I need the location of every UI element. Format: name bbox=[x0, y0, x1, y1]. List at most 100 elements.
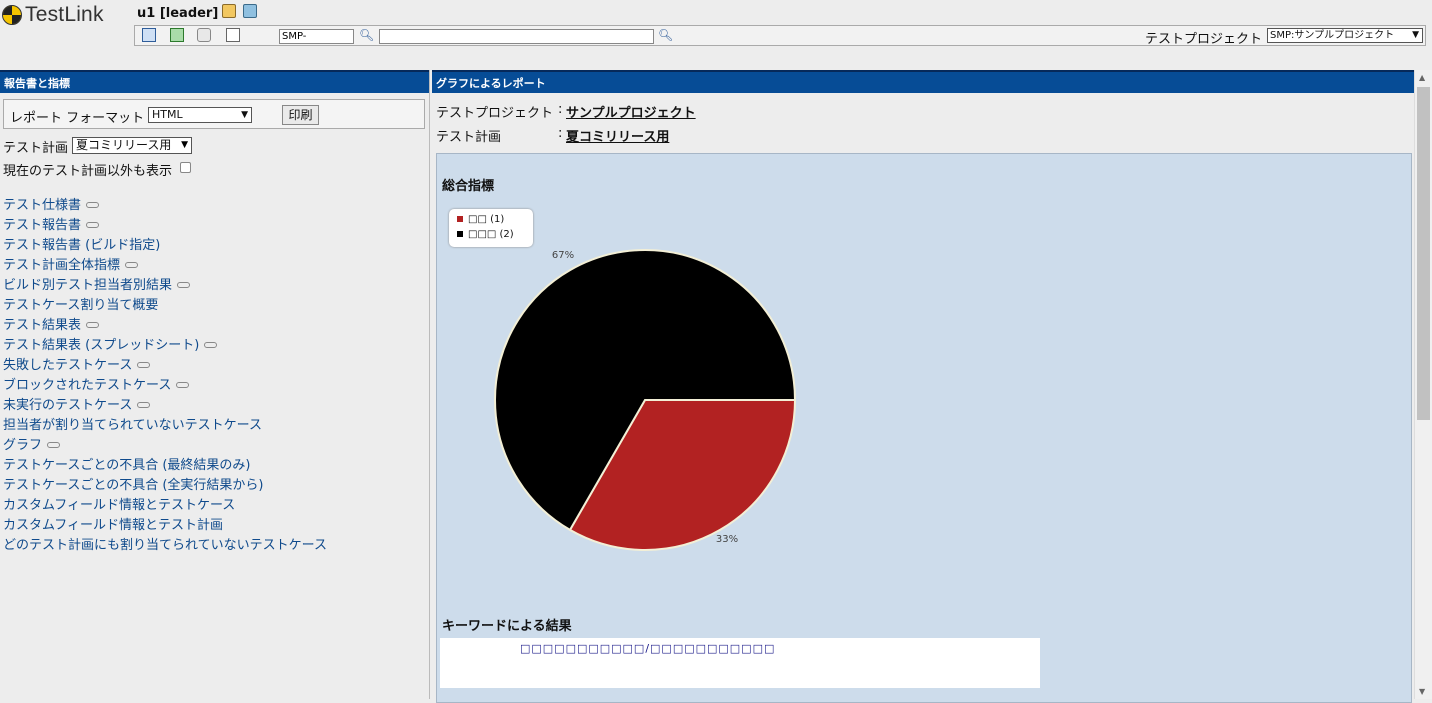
fulltext-search-input[interactable] bbox=[379, 29, 654, 44]
report-link-label: 担当者が割り当てられていないテストケース bbox=[3, 418, 262, 433]
logo-mark-icon bbox=[2, 5, 22, 25]
report-link[interactable]: テスト結果表 bbox=[3, 317, 327, 337]
testcase-id-input[interactable] bbox=[279, 29, 354, 44]
reports-icon[interactable] bbox=[226, 28, 240, 42]
legend-swatch bbox=[457, 231, 463, 237]
chain-link-icon[interactable] bbox=[137, 401, 151, 408]
home-icon[interactable] bbox=[142, 28, 156, 42]
logo-text: TestLink bbox=[25, 3, 104, 26]
legend-item: □□ (1) bbox=[457, 213, 504, 227]
scrollbar-thumb[interactable] bbox=[1417, 87, 1430, 420]
main-toolbar: 🔍︎ 🔍︎ テストプロジェクト SMP:サンプルプロジェクト ▼ bbox=[134, 25, 1426, 47]
report-link[interactable]: テストケースごとの不具合 (最終結果のみ) bbox=[3, 457, 327, 477]
meta-project-value: サンプルプロジェクト bbox=[566, 106, 696, 121]
meta-project-label: テストプロジェクト bbox=[436, 106, 554, 121]
testcase-search-icon[interactable]: 🔍︎ bbox=[359, 28, 374, 42]
report-link[interactable]: 担当者が割り当てられていないテストケース bbox=[3, 417, 327, 437]
format-select[interactable]: HTML ▼ bbox=[148, 107, 252, 123]
report-link[interactable]: テスト報告書 (ビルド指定) bbox=[3, 237, 327, 257]
keyword-results-title: キーワードによる結果 bbox=[442, 619, 572, 634]
chevron-down-icon: ▼ bbox=[241, 110, 248, 120]
test-plan-label: テスト計画 bbox=[3, 141, 69, 156]
report-link[interactable]: 失敗したテストケース bbox=[3, 357, 327, 377]
chain-link-icon[interactable] bbox=[204, 341, 218, 348]
format-select-value: HTML bbox=[152, 108, 183, 121]
report-link[interactable]: テスト計画全体指標 bbox=[3, 257, 327, 277]
report-link[interactable]: ビルド別テスト担当者別結果 bbox=[3, 277, 327, 297]
test-spec-tree-icon[interactable] bbox=[170, 28, 184, 42]
report-link[interactable]: テスト仕様書 bbox=[3, 197, 327, 217]
legend-label: □□ (1) bbox=[468, 214, 505, 225]
report-link[interactable]: カスタムフィールド情報とテスト計画 bbox=[3, 517, 327, 537]
test-plan-select-value: 夏コミリリース用 bbox=[76, 138, 172, 152]
report-link-label: テストケースごとの不具合 (最終結果のみ) bbox=[3, 458, 251, 473]
execute-icon[interactable] bbox=[197, 28, 211, 42]
show-all-plans-checkbox[interactable] bbox=[180, 162, 191, 173]
report-link-label: テスト結果表 bbox=[3, 318, 82, 333]
testlink-logo[interactable]: TestLink bbox=[2, 3, 104, 27]
overall-pie-chart: 33% 67% bbox=[494, 249, 797, 551]
report-link[interactable]: テストケース割り当て概要 bbox=[3, 297, 327, 317]
meta-plan-value: 夏コミリリース用 bbox=[566, 130, 670, 145]
edit-user-icon[interactable] bbox=[222, 4, 236, 18]
report-links-list: テスト仕様書 テスト報告書テスト報告書 (ビルド指定) テスト計画全体指標ビルド別テ… bbox=[3, 197, 327, 557]
logout-icon[interactable] bbox=[243, 4, 257, 18]
report-meta: テストプロジェクト : サンプルプロジェクト テスト計画 : 夏コミリリース用 bbox=[436, 102, 836, 150]
report-link[interactable]: カスタムフィールド情報とテストケース bbox=[3, 497, 327, 517]
legend-item: □□□ (2) bbox=[457, 228, 514, 242]
chevron-down-icon: ▼ bbox=[181, 140, 188, 150]
chain-link-icon[interactable] bbox=[86, 321, 100, 328]
project-select[interactable]: SMP:サンプルプロジェクト ▼ bbox=[1267, 28, 1423, 43]
meta-plan-label: テスト計画 bbox=[436, 130, 502, 145]
pie-percent-label: 33% bbox=[716, 534, 738, 545]
report-link[interactable]: テスト報告書 bbox=[3, 217, 327, 237]
print-button[interactable]: 印刷 bbox=[282, 105, 319, 125]
chain-link-icon[interactable] bbox=[176, 381, 190, 388]
project-label: テストプロジェクト bbox=[1145, 32, 1263, 47]
pie-percent-label: 67% bbox=[552, 250, 574, 261]
report-link-label: ブロックされたテストケース bbox=[3, 378, 172, 393]
report-link[interactable]: ブロックされたテストケース bbox=[3, 377, 327, 397]
report-link-label: カスタムフィールド情報とテスト計画 bbox=[3, 518, 223, 533]
legend-label: □□□ (2) bbox=[468, 229, 514, 240]
chain-link-icon[interactable] bbox=[137, 361, 151, 368]
report-link-label: テスト仕様書 bbox=[3, 198, 82, 213]
report-link-label: カスタムフィールド情報とテストケース bbox=[3, 498, 236, 513]
report-link-label: テスト結果表 (スプレッドシート) bbox=[3, 338, 200, 353]
keyword-results-header: □□□□□□□□□□□/□□□□□□□□□□□ bbox=[520, 642, 776, 655]
report-link-label: グラフ bbox=[3, 438, 43, 453]
report-link[interactable]: 未実行のテストケース bbox=[3, 397, 327, 417]
report-link[interactable]: テストケースごとの不具合 (全実行結果から) bbox=[3, 477, 327, 497]
meta-colon: : bbox=[558, 102, 563, 117]
report-link[interactable]: どのテスト計画にも割り当てられていないテストケース bbox=[3, 537, 327, 557]
fulltext-search-icon[interactable]: 🔍︎ bbox=[658, 28, 673, 42]
scroll-down-icon[interactable]: ▼ bbox=[1419, 687, 1425, 696]
format-bar: レポート フォーマット HTML ▼ 印刷 bbox=[3, 99, 425, 129]
chain-link-icon[interactable] bbox=[177, 281, 191, 288]
chain-link-icon[interactable] bbox=[47, 441, 61, 448]
test-plan-select[interactable]: 夏コミリリース用 ▼ bbox=[72, 137, 192, 154]
top-header: TestLink u1 [leader] 🔍︎ 🔍︎ テストプロジェクト SMP… bbox=[0, 0, 1432, 66]
scroll-up-icon[interactable]: ▲ bbox=[1419, 73, 1425, 82]
report-link[interactable]: テスト結果表 (スプレッドシート) bbox=[3, 337, 327, 357]
meta-plan-row: テスト計画 : 夏コミリリース用 bbox=[436, 126, 836, 150]
format-label: レポート フォーマット bbox=[10, 111, 145, 126]
report-link-label: テスト報告書 bbox=[3, 218, 82, 233]
right-frame-scrollbar[interactable]: ▲ ▼ bbox=[1414, 70, 1432, 699]
show-all-plans-label: 現在のテスト計画以外も表示 bbox=[3, 164, 173, 179]
reports-menu-title: 報告書と指標 bbox=[0, 70, 429, 93]
project-select-value: SMP:サンプルプロジェクト bbox=[1270, 30, 1395, 41]
report-link[interactable]: グラフ bbox=[3, 437, 327, 457]
graph-report-title: グラフによるレポート bbox=[432, 70, 1414, 93]
report-link-label: テストケースごとの不具合 (全実行結果から) bbox=[3, 478, 264, 493]
current-user: u1 [leader] bbox=[137, 6, 219, 21]
overall-metrics-title: 総合指標 bbox=[442, 179, 495, 194]
graph-report-frame: グラフによるレポート テストプロジェクト : サンプルプロジェクト テスト計画 … bbox=[432, 70, 1414, 703]
keyword-results-box: □□□□□□□□□□□/□□□□□□□□□□□ bbox=[440, 638, 1040, 688]
chain-link-icon[interactable] bbox=[125, 261, 139, 268]
chain-link-icon[interactable] bbox=[86, 221, 100, 228]
meta-colon: : bbox=[558, 126, 563, 141]
chain-link-icon[interactable] bbox=[86, 201, 100, 208]
report-link-label: テスト計画全体指標 bbox=[3, 258, 121, 273]
metrics-panel: 総合指標 □□ (1) □□□ (2) 33% 67% キーワードによる結果 □□□… bbox=[436, 153, 1412, 703]
